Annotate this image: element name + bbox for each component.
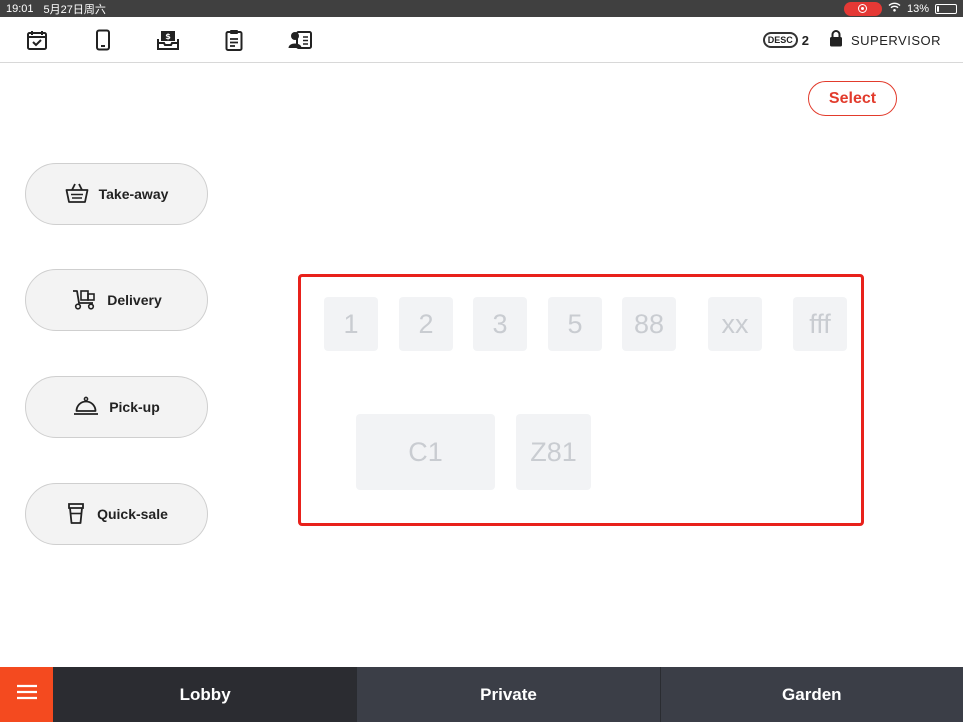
table-xx[interactable]: xx xyxy=(708,297,762,351)
table-c1[interactable]: C1 xyxy=(356,414,495,490)
desc-label: DESC xyxy=(762,32,798,48)
status-bar: 19:01 5月27日周六 13% xyxy=(0,0,963,17)
take-away-label: Take-away xyxy=(98,186,169,202)
delivery-cart-icon xyxy=(71,288,97,313)
table-fff[interactable]: fff xyxy=(793,297,847,351)
basket-icon xyxy=(65,182,89,207)
desc-badge[interactable]: DESC 2 xyxy=(762,32,809,48)
table-3[interactable]: 3 xyxy=(473,297,527,351)
quick-sale-button[interactable]: Quick-sale xyxy=(25,483,208,545)
take-away-button[interactable]: Take-away xyxy=(25,163,208,225)
hamburger-menu-icon xyxy=(16,684,38,705)
table-88[interactable]: 88 xyxy=(622,297,676,351)
area-tab-private[interactable]: Private xyxy=(356,667,660,722)
bottom-bar: Lobby Private Garden xyxy=(0,667,963,722)
area-tab-garden[interactable]: Garden xyxy=(659,667,963,722)
pick-up-label: Pick-up xyxy=(109,399,160,415)
desc-count: 2 xyxy=(801,32,809,48)
select-button[interactable]: Select xyxy=(808,81,897,116)
cash-drawer-icon[interactable]: $ xyxy=(155,27,181,53)
table-2[interactable]: 2 xyxy=(399,297,453,351)
status-right: 13% xyxy=(843,1,957,16)
toolbar-right: DESC 2 SUPERVISOR xyxy=(762,17,941,63)
calendar-check-icon[interactable] xyxy=(24,27,50,53)
top-toolbar: $ DESC 2 SUPERVISOR xyxy=(0,17,963,63)
quick-sale-label: Quick-sale xyxy=(97,506,168,522)
table-5[interactable]: 5 xyxy=(548,297,602,351)
status-date: 5月27日周六 xyxy=(43,3,106,16)
wifi-icon xyxy=(888,2,901,15)
area-tab-lobby[interactable]: Lobby xyxy=(53,667,357,722)
menu-button[interactable] xyxy=(0,667,53,722)
pick-up-button[interactable]: Pick-up xyxy=(25,376,208,438)
user-role-label: SUPERVISOR xyxy=(850,32,941,48)
clipboard-icon[interactable] xyxy=(221,27,247,53)
user-card-icon[interactable] xyxy=(287,27,313,53)
svg-text:$: $ xyxy=(165,32,171,41)
status-time: 19:01 xyxy=(6,2,34,15)
cup-icon xyxy=(65,501,87,528)
table-1[interactable]: 1 xyxy=(324,297,378,351)
user-role[interactable]: SUPERVISOR xyxy=(829,30,941,50)
battery-percent: 13% xyxy=(906,2,929,15)
delivery-button[interactable]: Delivery xyxy=(25,269,208,331)
service-bell-icon xyxy=(73,395,99,420)
delivery-label: Delivery xyxy=(107,292,162,308)
battery-icon xyxy=(935,3,957,14)
lock-icon xyxy=(829,30,843,50)
table-z81[interactable]: Z81 xyxy=(516,414,591,490)
phone-icon[interactable] xyxy=(90,27,116,53)
screen-record-indicator xyxy=(843,1,882,16)
